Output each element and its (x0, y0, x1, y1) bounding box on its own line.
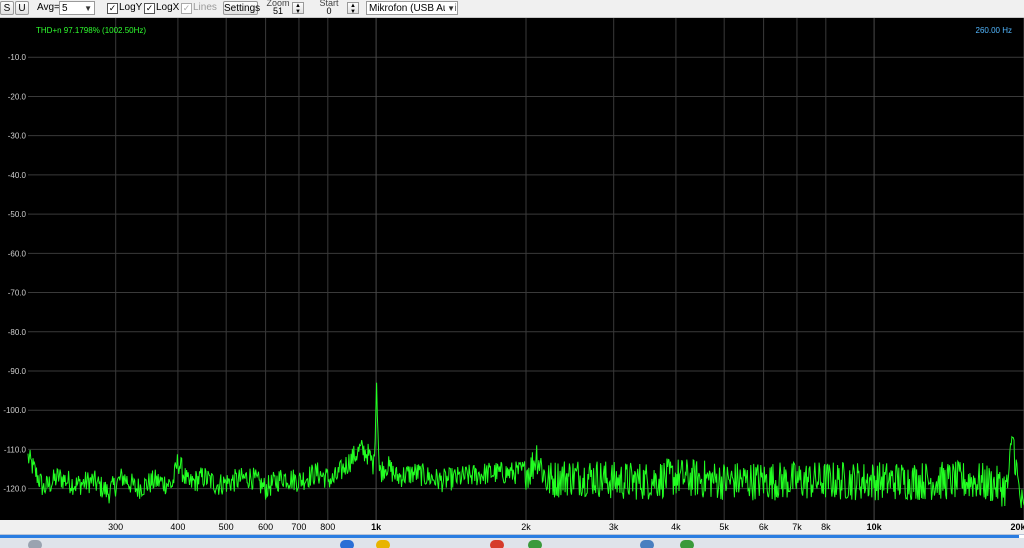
progress-bar (0, 535, 1024, 538)
x-tick-label: 600 (258, 522, 273, 532)
thd-readout: THD+n 97.1798% (1002.50Hz) (36, 26, 146, 35)
avg-label: Avg= (37, 2, 60, 13)
y-tick-label: -40.0 (8, 171, 27, 180)
start-field[interactable]: Start 0 (315, 0, 343, 16)
x-tick-label: 10k (867, 522, 883, 532)
logy-label: LogY (119, 2, 143, 13)
check-icon: ✓ (181, 3, 192, 14)
frequency-readout: 260.00 Hz (976, 26, 1012, 35)
x-tick-label: 1k (371, 522, 382, 532)
logx-label: LogX (156, 2, 180, 13)
start-spinner[interactable]: ▲ ▼ (347, 2, 359, 15)
x-tick-label: 3k (609, 522, 619, 532)
x-tick-label: 8k (821, 522, 831, 532)
zoom-value: 51 (272, 6, 283, 16)
y-tick-label: -110.0 (4, 445, 27, 454)
x-tick-labels: 300 400 500 600 700 800 1k 2k 3k 4k 5k 6k 7k 8k 10k 20k (108, 522, 1024, 532)
y-tick-label: -70.0 (8, 289, 27, 298)
spin-arrows-icon: ▲ ▼ (350, 3, 356, 15)
chevron-down-icon: ▼ (445, 2, 455, 14)
y-tick-label: -90.0 (8, 367, 27, 376)
lines-label: Lines (193, 2, 217, 13)
y-tick-label: -80.0 (8, 328, 27, 337)
device-value: Mikrofon (USB Audi (369, 3, 457, 14)
spin-arrows-icon: ▲ ▼ (295, 3, 301, 15)
taskbar (0, 534, 1024, 548)
avg-select[interactable]: 5 ▼ (59, 1, 95, 15)
x-tick-label: 500 (219, 522, 234, 532)
u-button[interactable]: U (15, 1, 29, 15)
y-tick-label: -30.0 (8, 132, 27, 141)
zoom-spinner[interactable]: ▲ ▼ (292, 2, 304, 15)
check-icon: ✓ (107, 3, 118, 14)
y-tick-label: -50.0 (8, 210, 27, 219)
x-tick-label: 400 (170, 522, 185, 532)
settings-button[interactable]: Settings (223, 1, 260, 15)
zoom-field[interactable]: Zoom 51 (264, 0, 292, 16)
x-tick-label: 5k (719, 522, 729, 532)
y-tick-label: -120.0 (3, 485, 26, 494)
device-select[interactable]: Mikrofon (USB Audi ▼ (366, 1, 458, 15)
lines-checkbox[interactable]: ✓ Lines (181, 1, 217, 15)
x-tick-label: 700 (291, 522, 306, 532)
s-button[interactable]: S (0, 1, 14, 15)
x-tick-label: 2k (521, 522, 531, 532)
y-tick-label: -60.0 (8, 249, 27, 258)
x-tick-label: 6k (759, 522, 769, 532)
x-tick-label: 20k (1010, 522, 1024, 532)
y-tick-labels: -10.0 -20.0 -30.0 -40.0 -50.0 -60.0 -70.0 -80.0… (3, 53, 26, 493)
x-axis: 300 400 500 600 700 800 1k 2k 3k 4k 5k 6k 7k 8k 10k 20k (0, 520, 1024, 534)
y-tick-label: -20.0 (8, 92, 27, 101)
progress-fill (0, 535, 1019, 538)
x-tick-label: 7k (792, 522, 802, 532)
x-tick-label: 300 (108, 522, 123, 532)
avg-value: 5 (62, 3, 68, 14)
toolbar: S U Avg= 5 ▼ ✓ LogY ✓ LogX ✓ Lines Settings… (0, 0, 1024, 18)
spectrum-plot[interactable]: -10.0 -20.0 -30.0 -40.0 -50.0 -60.0 -70.0 -80.0… (0, 18, 1024, 520)
logy-checkbox[interactable]: ✓ LogY (107, 1, 142, 15)
x-tick-label: 800 (320, 522, 335, 532)
start-value: 0 (326, 6, 332, 16)
x-tick-label: 4k (671, 522, 681, 532)
logx-checkbox[interactable]: ✓ LogX (144, 1, 179, 15)
y-tick-label: -10.0 (8, 53, 27, 62)
check-icon: ✓ (144, 3, 155, 14)
y-tick-label: -100.0 (3, 406, 26, 415)
chevron-down-icon: ▼ (84, 4, 92, 13)
